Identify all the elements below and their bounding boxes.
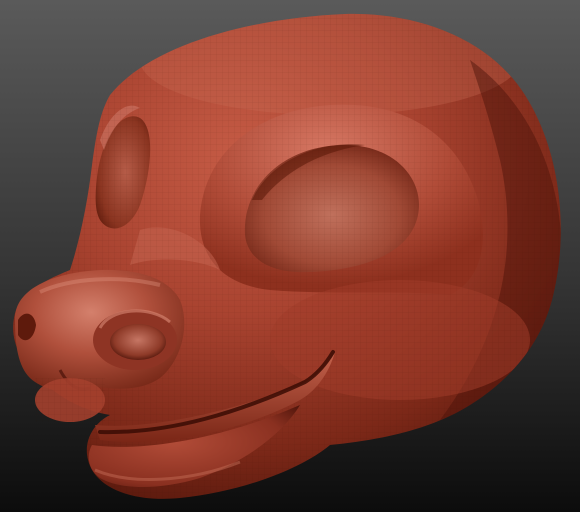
sculpt-render: [0, 0, 580, 512]
render-viewport: [0, 0, 580, 512]
